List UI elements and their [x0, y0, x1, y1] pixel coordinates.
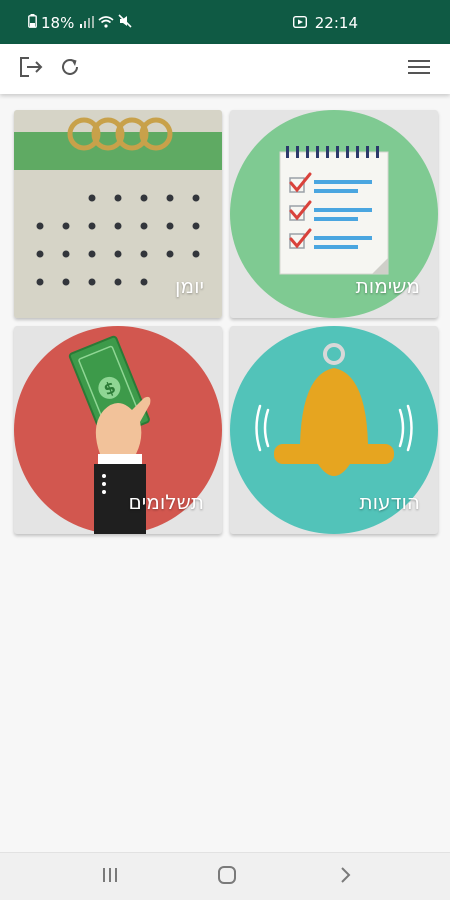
- battery-icon: [28, 14, 37, 32]
- home-icon: [217, 866, 237, 888]
- app-bar: [0, 44, 450, 94]
- tile-messages[interactable]: הודעות: [230, 326, 438, 534]
- tile-payments-label: תשלומים: [128, 490, 204, 514]
- status-time: 22:14: [314, 14, 358, 32]
- home-button[interactable]: [212, 865, 242, 889]
- logout-icon: [18, 56, 44, 82]
- recents-button[interactable]: [95, 865, 125, 889]
- refresh-button[interactable]: [55, 54, 85, 84]
- refresh-icon: [59, 56, 81, 82]
- mute-icon: [118, 14, 132, 32]
- status-bar-left: 18%: [28, 14, 136, 32]
- status-bar: 18% 22:14: [0, 0, 450, 44]
- hamburger-menu-icon: [407, 58, 431, 80]
- back-button[interactable]: [330, 865, 360, 889]
- wifi-icon: [98, 14, 114, 32]
- tile-calendar[interactable]: יומן: [14, 110, 222, 318]
- menu-button[interactable]: [404, 54, 434, 84]
- recents-icon: [101, 867, 119, 887]
- tile-calendar-label: יומן: [175, 274, 204, 298]
- battery-percent: 18%: [41, 14, 75, 32]
- logout-button[interactable]: [16, 54, 46, 84]
- back-icon: [338, 866, 352, 888]
- system-nav-bar: [0, 852, 450, 900]
- status-bar-right: 22:14: [292, 14, 358, 32]
- media-icon: [292, 14, 307, 32]
- tile-payments[interactable]: $ תשלומים: [14, 326, 222, 534]
- tile-tasks[interactable]: משימות: [230, 110, 438, 318]
- tile-messages-label: הודעות: [359, 490, 420, 514]
- tile-tasks-label: משימות: [355, 274, 420, 298]
- signal-icon: [80, 14, 95, 32]
